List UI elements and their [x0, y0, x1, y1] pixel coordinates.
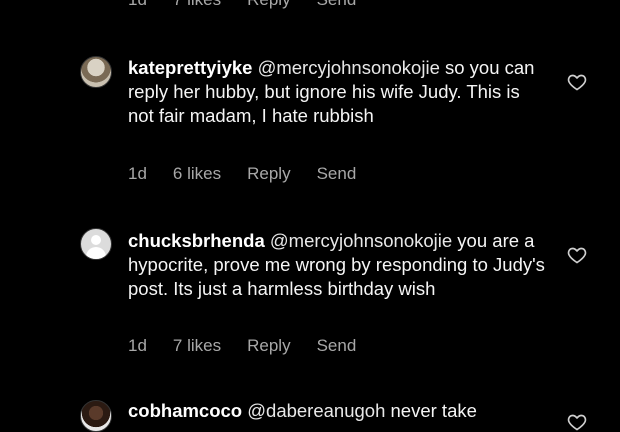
- comment-likes[interactable]: 7 likes: [173, 336, 221, 356]
- comment-username[interactable]: chucksbrhenda: [128, 230, 265, 251]
- send-button[interactable]: Send: [317, 0, 357, 10]
- comment-time: 1d: [128, 0, 147, 10]
- comment-body: chucksbrhenda @mercyjohnsonokojie you ar…: [128, 229, 548, 301]
- comment-likes[interactable]: 6 likes: [173, 164, 221, 184]
- comment-username[interactable]: kateprettyiyke: [128, 57, 252, 78]
- avatar[interactable]: [80, 400, 112, 432]
- avatar[interactable]: [80, 228, 112, 260]
- heart-outline-icon[interactable]: [567, 245, 587, 265]
- comment-mention[interactable]: @mercyjohnsonokojie: [258, 57, 440, 78]
- comment-meta-row: 1d 6 likes Reply Send: [128, 164, 382, 184]
- heart-outline-icon[interactable]: [567, 412, 587, 432]
- comment-meta-row: 1d 7 likes Reply Send: [128, 0, 382, 10]
- comment-time: 1d: [128, 164, 147, 183]
- comment-meta-row: 1d 7 likes Reply Send: [128, 336, 382, 356]
- comment-time: 1d: [128, 336, 147, 355]
- comment-mention[interactable]: @dabereanugoh: [247, 400, 385, 421]
- comment-text: never take: [385, 400, 477, 421]
- comment-body: kateprettyiyke @mercyjohnsonokojie so yo…: [128, 56, 548, 128]
- send-button[interactable]: Send: [317, 336, 357, 356]
- avatar[interactable]: [80, 56, 112, 88]
- reply-button[interactable]: Reply: [247, 336, 290, 356]
- comment-likes[interactable]: 7 likes: [173, 0, 221, 10]
- heart-outline-icon[interactable]: [567, 72, 587, 92]
- comment-mention[interactable]: @mercyjohnsonokojie: [270, 230, 452, 251]
- comment-body: cobhamcoco @dabereanugoh never take: [128, 399, 548, 423]
- reply-button[interactable]: Reply: [247, 164, 290, 184]
- send-button[interactable]: Send: [317, 164, 357, 184]
- comment-username[interactable]: cobhamcoco: [128, 400, 242, 421]
- reply-button[interactable]: Reply: [247, 0, 290, 10]
